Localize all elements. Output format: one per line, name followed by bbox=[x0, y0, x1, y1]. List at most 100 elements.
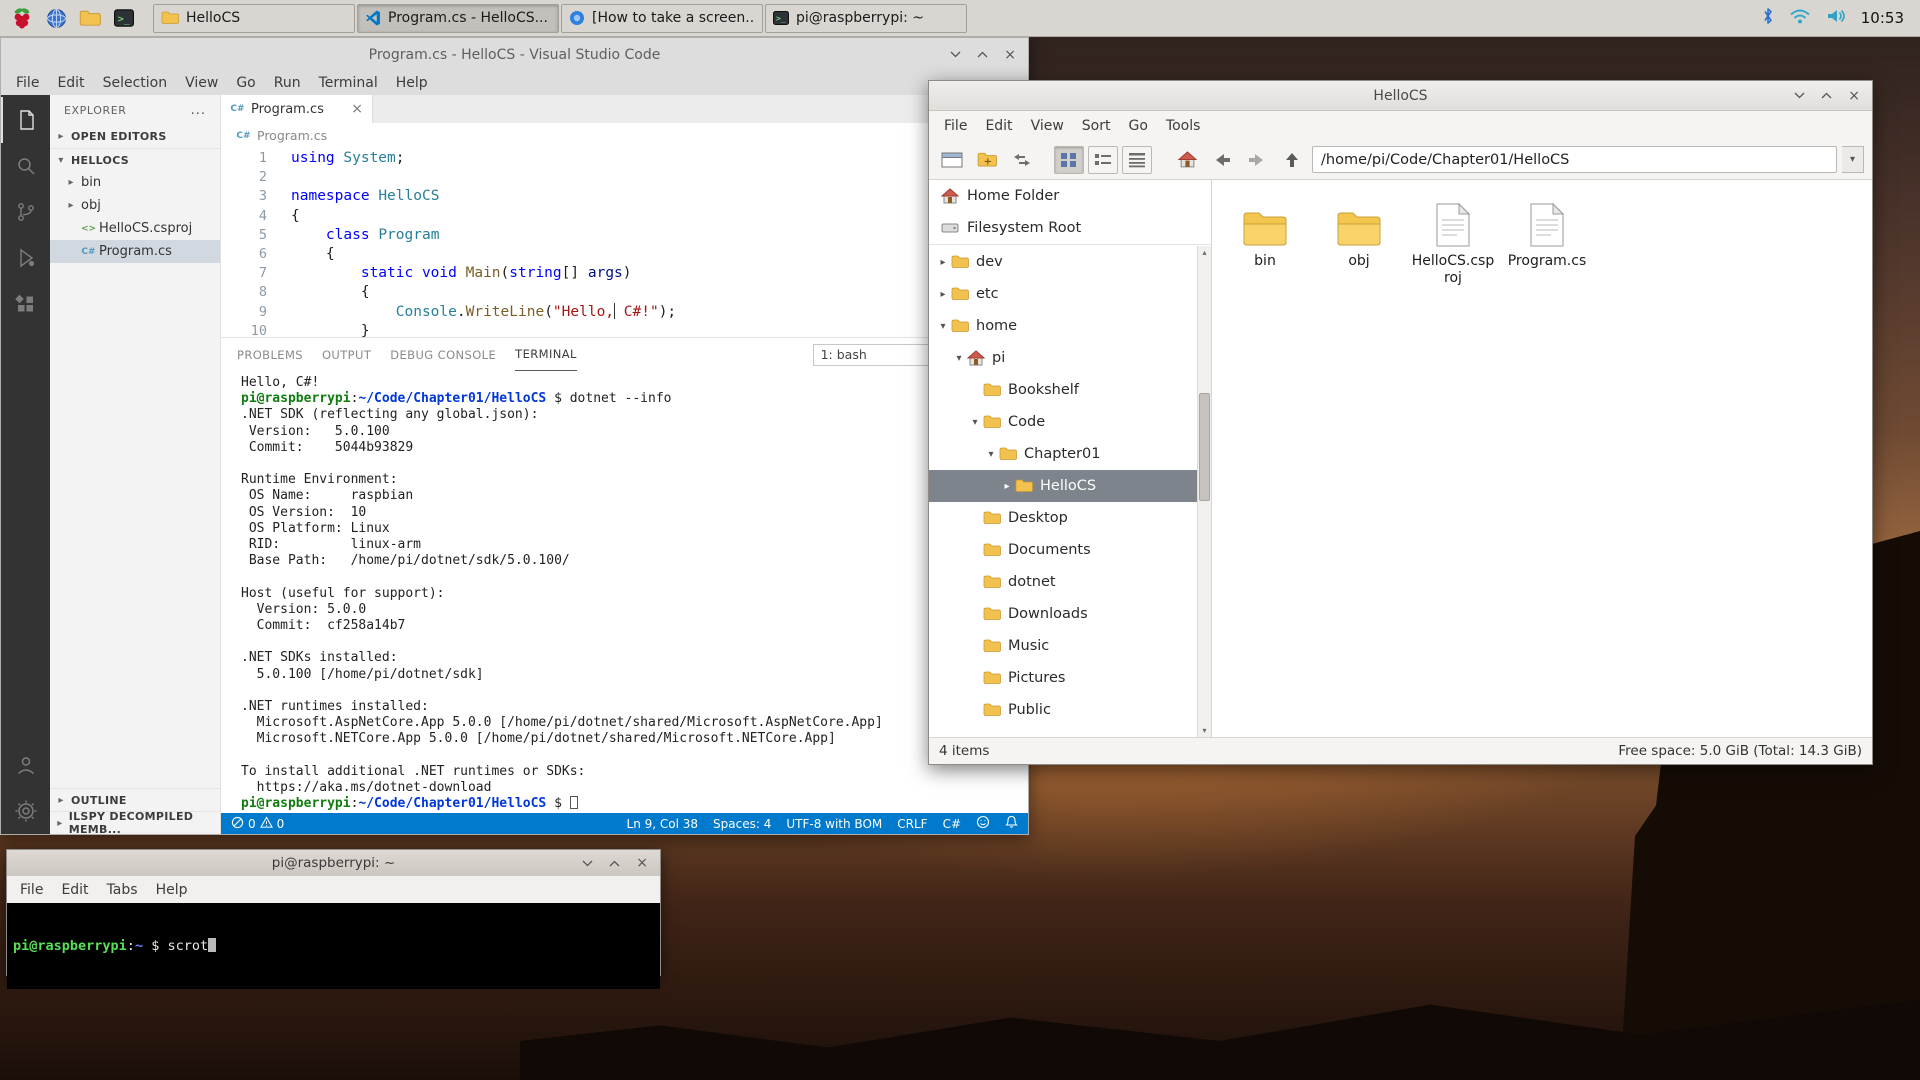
place-home-folder[interactable]: Home Folder bbox=[929, 180, 1211, 212]
menu-file[interactable]: File bbox=[7, 75, 48, 91]
explorer-item-hellocs-csproj[interactable]: <>HelloCS.csproj bbox=[50, 217, 220, 240]
explorer-more-actions-icon[interactable]: ... bbox=[191, 103, 206, 118]
panel-tab-terminal[interactable]: TERMINAL bbox=[515, 338, 577, 371]
status-spaces-4[interactable]: Spaces: 4 bbox=[713, 817, 771, 831]
file-item-hellocs-csproj[interactable]: HelloCS.csproj bbox=[1406, 190, 1500, 298]
browser-launcher-icon[interactable] bbox=[40, 3, 72, 34]
tree-bookshelf[interactable]: Bookshelf bbox=[929, 374, 1197, 406]
tree-hellocs[interactable]: ▸HelloCS bbox=[929, 470, 1197, 502]
problems-status[interactable]: 0 0 bbox=[231, 816, 284, 832]
vscode-titlebar[interactable]: Program.cs - HelloCS - Visual Studio Cod… bbox=[1, 38, 1028, 71]
close-tab-icon[interactable]: × bbox=[351, 101, 363, 117]
taskbar-window-hellocs[interactable]: HelloCS bbox=[153, 4, 355, 33]
maximize-window-icon[interactable] bbox=[1821, 92, 1832, 99]
explorer-section-outline[interactable]: ▸OUTLINE bbox=[50, 788, 220, 811]
source-control-icon[interactable] bbox=[1, 189, 50, 235]
menu-run[interactable]: Run bbox=[265, 75, 310, 91]
menu-help[interactable]: Help bbox=[147, 882, 197, 898]
scrollbar-thumb[interactable] bbox=[1199, 393, 1210, 501]
lxterminal-screen[interactable]: pi@raspberrypi:~ $ scrot bbox=[7, 903, 660, 989]
tree-chapter01[interactable]: ▾Chapter01 bbox=[929, 438, 1197, 470]
close-window-icon[interactable]: × bbox=[1004, 48, 1016, 62]
compact-view-button[interactable] bbox=[1088, 146, 1118, 174]
tree-etc[interactable]: ▸etc bbox=[929, 278, 1197, 310]
tree-downloads[interactable]: Downloads bbox=[929, 598, 1197, 630]
panel-tab-output[interactable]: OUTPUT bbox=[322, 338, 371, 371]
path-dropdown-icon[interactable]: ▾ bbox=[1842, 146, 1864, 173]
menu-sort[interactable]: Sort bbox=[1073, 118, 1120, 134]
taskbar-window-pi-raspberrypi[interactable]: >_pi@raspberrypi: ~ bbox=[765, 4, 967, 33]
place-filesystem-root[interactable]: Filesystem Root bbox=[929, 212, 1211, 244]
wifi-icon[interactable] bbox=[1789, 8, 1811, 29]
search-icon[interactable] bbox=[1, 143, 50, 189]
clock[interactable]: 10:53 bbox=[1861, 9, 1904, 27]
menu-tools[interactable]: Tools bbox=[1157, 118, 1210, 134]
bluetooth-icon[interactable] bbox=[1762, 7, 1774, 29]
tree-documents[interactable]: Documents bbox=[929, 534, 1197, 566]
menu-help[interactable]: Help bbox=[387, 75, 437, 91]
raspberry-menu-icon[interactable] bbox=[6, 3, 38, 34]
section-hellocs[interactable]: ▾ HELLOCS bbox=[50, 148, 220, 171]
shade-window-icon[interactable] bbox=[1794, 92, 1805, 99]
menu-file[interactable]: File bbox=[11, 882, 52, 898]
run-debug-icon[interactable] bbox=[1, 235, 50, 281]
tree-desktop[interactable]: Desktop bbox=[929, 502, 1197, 534]
status-crlf[interactable]: CRLF bbox=[897, 817, 927, 831]
forward-button[interactable] bbox=[1242, 146, 1272, 174]
new-tab-icon[interactable] bbox=[937, 146, 967, 174]
menu-edit[interactable]: Edit bbox=[976, 118, 1021, 134]
back-button[interactable] bbox=[1207, 146, 1237, 174]
integrated-terminal[interactable]: Hello, C#!pi@raspberrypi:~/Code/Chapter0… bbox=[221, 371, 1028, 813]
file-item-obj[interactable]: obj bbox=[1312, 190, 1406, 298]
account-icon[interactable] bbox=[1, 742, 50, 788]
explorer-section-ilspy-decompiled-memb[interactable]: ▸ILSPY DECOMPILED MEMB... bbox=[50, 811, 220, 834]
taskbar-window-program-cs-hellocs[interactable]: Program.cs - HelloCS... bbox=[357, 4, 559, 33]
panel-tab-problems[interactable]: PROBLEMS bbox=[237, 338, 303, 371]
tree-home[interactable]: ▾home bbox=[929, 310, 1197, 342]
tree-code[interactable]: ▾Code bbox=[929, 406, 1197, 438]
tab-program-cs[interactable]: C# Program.cs × bbox=[221, 95, 373, 123]
explorer-icon[interactable] bbox=[1, 97, 50, 143]
status-utf-8-with-bom[interactable]: UTF-8 with BOM bbox=[786, 817, 882, 831]
lxterminal-titlebar[interactable]: pi@raspberrypi: ~ × bbox=[7, 850, 660, 876]
menu-edit[interactable]: Edit bbox=[48, 75, 93, 91]
menu-terminal[interactable]: Terminal bbox=[310, 75, 387, 91]
status-c[interactable]: C# bbox=[943, 817, 961, 831]
notifications-bell-icon[interactable] bbox=[1005, 815, 1018, 832]
shade-window-icon[interactable] bbox=[582, 860, 593, 867]
file-manager-titlebar[interactable]: HelloCS × bbox=[929, 81, 1872, 111]
menu-tabs[interactable]: Tabs bbox=[98, 882, 147, 898]
icon-view-button[interactable] bbox=[1054, 146, 1084, 174]
menu-view[interactable]: View bbox=[176, 75, 227, 91]
taskbar-window-how-to-take-a-screen[interactable]: [How to take a screen... bbox=[561, 4, 763, 33]
panel-tab-debug-console[interactable]: DEBUG CONSOLE bbox=[390, 338, 496, 371]
tree-pi[interactable]: ▾pi bbox=[929, 342, 1197, 374]
side-pane-scrollbar[interactable]: ▴ ▾ bbox=[1197, 246, 1211, 737]
file-item-program-cs[interactable]: Program.cs bbox=[1500, 190, 1594, 298]
shade-window-icon[interactable] bbox=[950, 51, 961, 58]
dual-pane-icon[interactable] bbox=[1007, 146, 1037, 174]
settings-gear-icon[interactable] bbox=[1, 788, 50, 834]
tree-dotnet[interactable]: dotnet bbox=[929, 566, 1197, 598]
menu-edit[interactable]: Edit bbox=[52, 882, 97, 898]
menu-selection[interactable]: Selection bbox=[94, 75, 177, 91]
close-window-icon[interactable]: × bbox=[1848, 89, 1860, 103]
code-editor[interactable]: 1using System;23namespace HelloCS4{5 cla… bbox=[221, 148, 1028, 337]
scroll-up-icon[interactable]: ▴ bbox=[1198, 248, 1211, 257]
file-item-bin[interactable]: bin bbox=[1218, 190, 1312, 298]
maximize-window-icon[interactable] bbox=[609, 860, 620, 867]
explorer-item-bin[interactable]: ▸bin bbox=[50, 171, 220, 194]
file-manager-launcher-icon[interactable] bbox=[74, 3, 106, 34]
maximize-window-icon[interactable] bbox=[977, 51, 988, 58]
up-button[interactable] bbox=[1277, 146, 1307, 174]
menu-go[interactable]: Go bbox=[227, 75, 264, 91]
explorer-item-program-cs[interactable]: C#Program.cs bbox=[50, 240, 220, 263]
tree-public[interactable]: Public bbox=[929, 694, 1197, 726]
tree-pictures[interactable]: Pictures bbox=[929, 662, 1197, 694]
menu-view[interactable]: View bbox=[1022, 118, 1073, 134]
tree-music[interactable]: Music bbox=[929, 630, 1197, 662]
section-open-editors[interactable]: ▸ OPEN EDITORS bbox=[50, 125, 220, 148]
menu-go[interactable]: Go bbox=[1120, 118, 1157, 134]
path-input[interactable] bbox=[1312, 146, 1837, 173]
terminal-launcher-icon[interactable]: >_ bbox=[108, 3, 140, 34]
